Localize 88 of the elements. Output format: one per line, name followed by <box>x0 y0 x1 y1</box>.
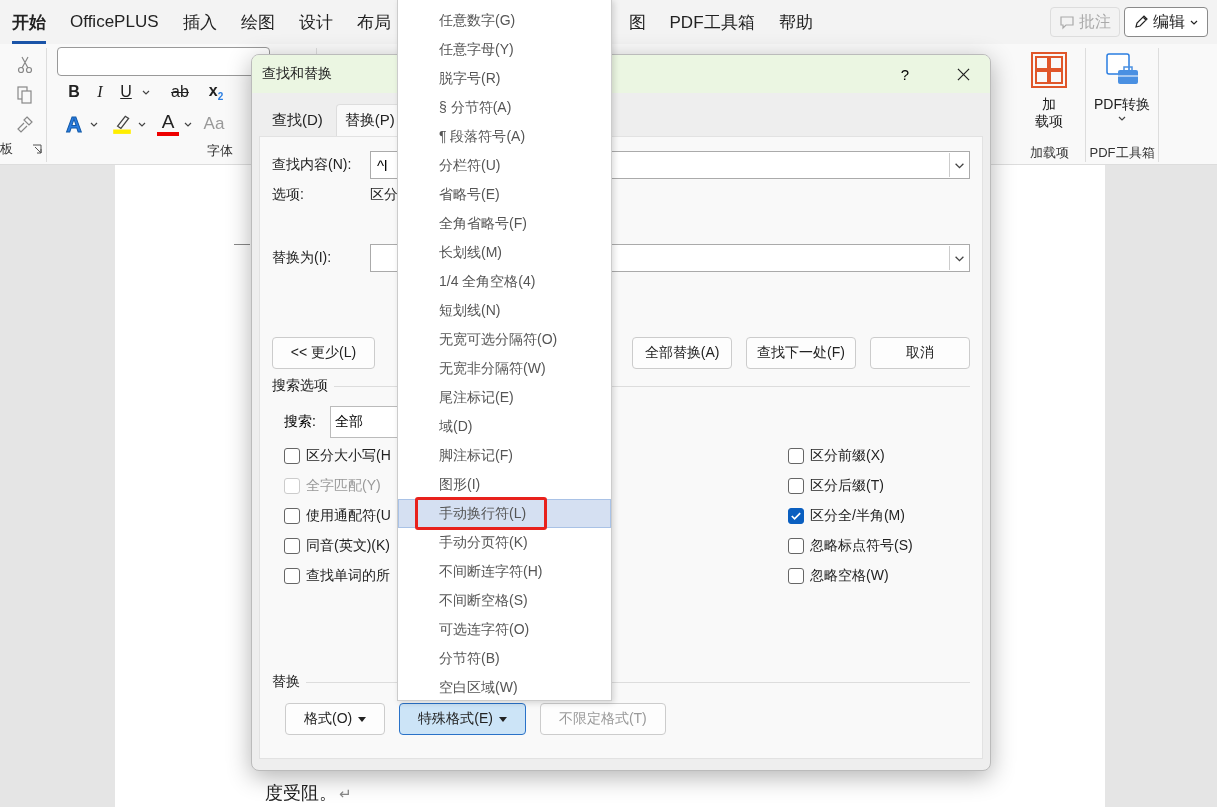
menu-item[interactable]: 长划线(M) <box>398 238 611 267</box>
menu-item[interactable]: 图形(I) <box>398 470 611 499</box>
ribbon-tab[interactable]: 布局 <box>356 0 391 44</box>
menu-item[interactable]: 不间断连字符(H) <box>398 557 611 586</box>
group-label: PDF工具箱 <box>1089 144 1155 162</box>
menu-item[interactable]: 可选连字符(O) <box>398 615 611 644</box>
ribbon-tab[interactable]: 设计 <box>298 0 333 44</box>
group-label: 字体 <box>207 142 233 160</box>
menu-item[interactable]: 全角省略号(F) <box>398 209 611 238</box>
less-button[interactable]: << 更少(L) <box>272 337 375 369</box>
strike-button[interactable]: ab <box>169 80 191 104</box>
dialog-title: 查找和替换 <box>262 65 332 83</box>
menu-item[interactable]: 无宽可选分隔符(O) <box>398 325 611 354</box>
checkbox[interactable] <box>284 448 300 464</box>
document-text: 度受阻。↵ <box>265 782 353 805</box>
text-effects-button[interactable]: A <box>63 112 85 136</box>
checkbox-label: 区分后缀(T) <box>810 477 884 495</box>
highlighter-icon[interactable] <box>111 113 133 135</box>
grid-icon <box>1031 52 1067 88</box>
field-label: 替换为(I): <box>272 249 333 267</box>
subscript-button[interactable]: x$_{2}$ <box>205 80 227 104</box>
menu-item[interactable]: 1/4 全角空格(4) <box>398 267 611 296</box>
close-icon[interactable] <box>957 67 970 81</box>
scissors-icon[interactable] <box>15 55 35 75</box>
checkbox-label: 全字匹配(Y) <box>306 477 381 495</box>
ribbon-tab[interactable]: 绘图 <box>240 0 275 44</box>
checkbox-label: 区分大小写(H <box>306 447 391 465</box>
checkbox[interactable] <box>788 508 804 524</box>
checkbox[interactable] <box>284 538 300 554</box>
menu-item[interactable]: 分栏符(U) <box>398 151 611 180</box>
copy-icon[interactable] <box>15 85 35 105</box>
checkbox[interactable] <box>284 508 300 524</box>
menu-item[interactable]: 手动分页符(K) <box>398 528 611 557</box>
dialog-button[interactable]: 全部替换(A) <box>632 337 733 369</box>
menu-item[interactable]: 无宽非分隔符(W) <box>398 354 611 383</box>
menu-item[interactable]: 分节符(B) <box>398 644 611 673</box>
menu-item[interactable]: 空白区域(W) <box>398 673 611 702</box>
dialog-tab[interactable]: 查找(D) <box>259 104 336 136</box>
pdf-convert-button[interactable]: PDF转换 <box>1094 48 1150 144</box>
checkbox[interactable] <box>284 568 300 584</box>
ribbon-tab[interactable]: 图 <box>628 0 646 44</box>
menu-item[interactable]: 任意字母(Y) <box>398 35 611 64</box>
field-label: 搜索: <box>284 413 317 431</box>
dropdown-button[interactable]: 特殊格式(E) <box>399 703 526 735</box>
editing-button[interactable]: 编辑 <box>1124 7 1208 37</box>
checkbox-label: 区分全/半角(M) <box>810 507 905 525</box>
checkbox[interactable] <box>788 568 804 584</box>
bold-button[interactable]: B <box>63 80 85 104</box>
comment-icon <box>1059 14 1075 30</box>
underline-button[interactable]: U <box>115 80 137 104</box>
menu-item[interactable]: 脚注标记(F) <box>398 441 611 470</box>
checkbox[interactable] <box>788 538 804 554</box>
format-painter-icon[interactable] <box>15 115 35 135</box>
ribbon-tab[interactable]: OfficePLUS <box>70 0 159 44</box>
ribbon-tab[interactable]: 插入 <box>182 0 217 44</box>
options-text: 区分 <box>370 186 398 204</box>
group-label: 板 <box>0 140 13 158</box>
checkbox[interactable] <box>788 448 804 464</box>
checkbox-label: 使用通配符(U <box>306 507 391 525</box>
checkbox-label: 忽略空格(W) <box>810 567 889 585</box>
checkbox-label: 同音(英文)(K) <box>306 537 390 555</box>
checkbox[interactable] <box>788 478 804 494</box>
checkbox-label: 区分前缀(X) <box>810 447 885 465</box>
dialog-button[interactable]: 查找下一处(F) <box>746 337 856 369</box>
menu-item[interactable]: 脱字号(R) <box>398 64 611 93</box>
help-button[interactable]: ? <box>900 65 909 83</box>
add-ins-button[interactable]: 加 载项 <box>1031 48 1067 144</box>
group-label: 加载项 <box>1029 144 1069 162</box>
ribbon-tab[interactable]: PDF工具箱 <box>669 0 755 44</box>
menu-item[interactable]: 不间断空格(S) <box>398 586 611 615</box>
section-title: 搜索选项 <box>272 377 328 395</box>
dialog-launcher-icon[interactable] <box>32 144 42 154</box>
ribbon-tab[interactable]: 帮助 <box>778 0 813 44</box>
checkbox-label: 查找单词的所 <box>306 567 390 585</box>
menu-item[interactable]: 任意数字(G) <box>398 6 611 35</box>
pencil-icon <box>1133 14 1149 30</box>
font-color-button[interactable]: A <box>157 112 179 136</box>
menu-item[interactable]: 省略号(E) <box>398 180 611 209</box>
dropdown-button[interactable]: 格式(O) <box>285 703 386 735</box>
crop-mark <box>234 244 250 245</box>
checkbox-label: 忽略标点符号(S) <box>810 537 913 555</box>
dialog-button[interactable]: 取消 <box>870 337 970 369</box>
section-title: 替换 <box>272 673 300 691</box>
menu-item[interactable]: 手动换行符(L) <box>398 499 611 528</box>
field-label: 查找内容(N): <box>272 156 353 174</box>
menu-item[interactable]: 短划线(N) <box>398 296 611 325</box>
italic-button[interactable]: I <box>89 80 111 104</box>
field-label: 选项: <box>272 186 305 204</box>
